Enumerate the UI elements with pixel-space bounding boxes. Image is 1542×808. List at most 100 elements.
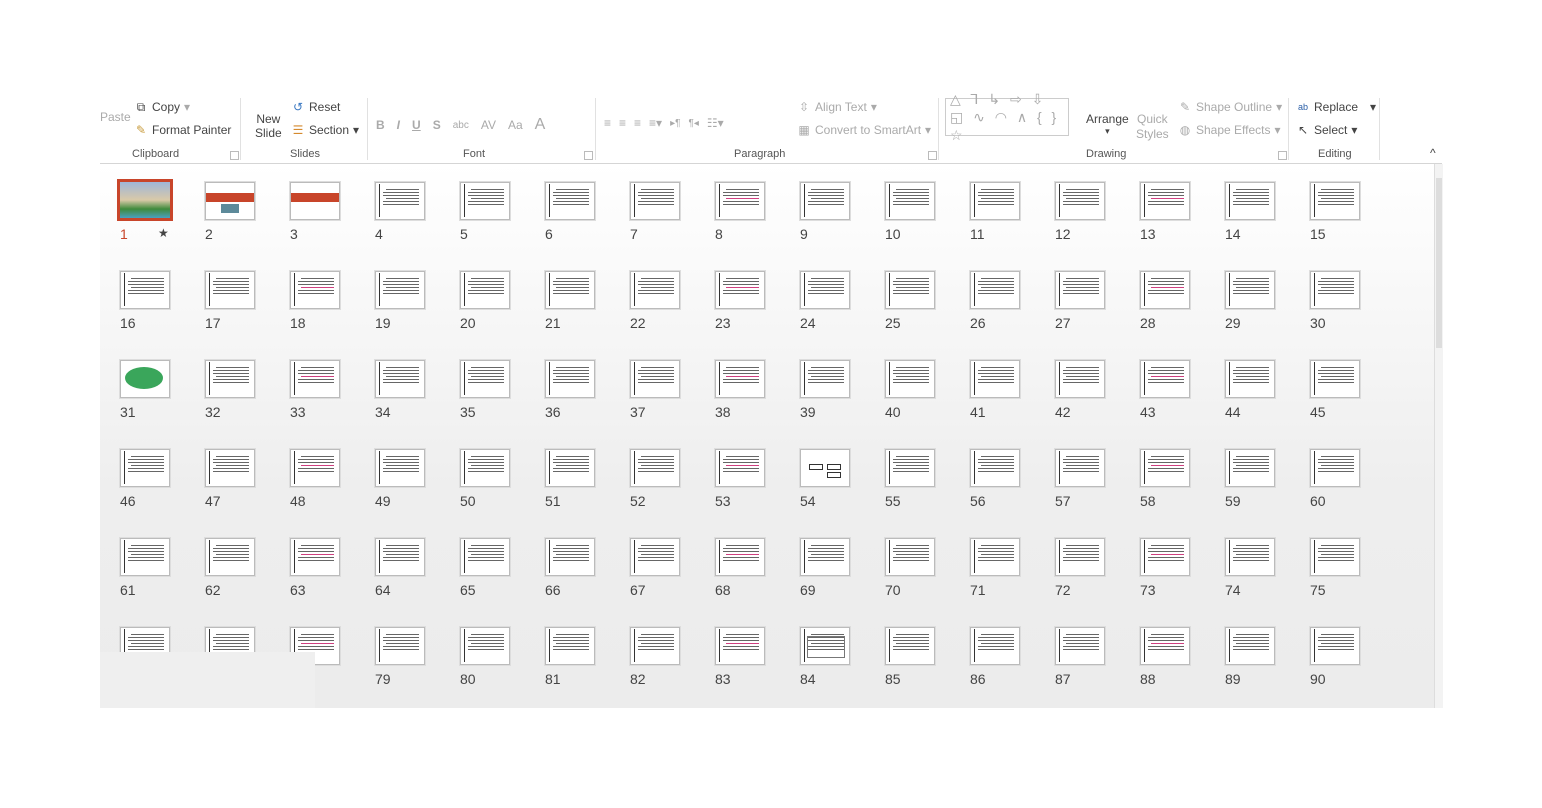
slide-thumbnail-6[interactable] <box>545 182 595 220</box>
slide-thumbnail-49[interactable] <box>375 449 425 487</box>
slide-thumbnail-27[interactable] <box>1055 271 1105 309</box>
slide-thumbnail-19[interactable] <box>375 271 425 309</box>
slide-thumbnail-61[interactable] <box>120 538 170 576</box>
slide-thumbnail-79[interactable] <box>375 627 425 665</box>
font-format-buttons[interactable]: B I U S abc AV Aa A <box>376 116 545 134</box>
slide-thumbnail-88[interactable] <box>1140 627 1190 665</box>
slide-thumbnail-21[interactable] <box>545 271 595 309</box>
slide-thumbnail-37[interactable] <box>630 360 680 398</box>
slide-thumbnail-62[interactable] <box>205 538 255 576</box>
slide-thumbnail-45[interactable] <box>1310 360 1360 398</box>
slide-thumbnail-36[interactable] <box>545 360 595 398</box>
spacing-button[interactable]: AV <box>481 118 496 132</box>
slide-thumbnail-9[interactable] <box>800 182 850 220</box>
slide-thumbnail-73[interactable] <box>1140 538 1190 576</box>
slide-thumbnail-66[interactable] <box>545 538 595 576</box>
slide-thumbnail-15[interactable] <box>1310 182 1360 220</box>
slide-thumbnail-31[interactable] <box>120 360 170 398</box>
slide-thumbnail-14[interactable] <box>1225 182 1275 220</box>
underline-button[interactable]: U <box>412 118 421 132</box>
slide-thumbnail-65[interactable] <box>460 538 510 576</box>
slide-thumbnail-29[interactable] <box>1225 271 1275 309</box>
slide-thumbnail-22[interactable] <box>630 271 680 309</box>
slide-thumbnail-38[interactable] <box>715 360 765 398</box>
vertical-scrollbar[interactable] <box>1434 164 1443 708</box>
replace-button[interactable]: ab Replace ▾ <box>1296 100 1376 114</box>
slide-thumbnail-30[interactable] <box>1310 271 1360 309</box>
slide-thumbnail-33[interactable] <box>290 360 340 398</box>
slide-thumbnail-46[interactable] <box>120 449 170 487</box>
slide-thumbnail-32[interactable] <box>205 360 255 398</box>
slide-thumbnail-13[interactable] <box>1140 182 1190 220</box>
slide-thumbnail-51[interactable] <box>545 449 595 487</box>
slide-thumbnail-90[interactable] <box>1310 627 1360 665</box>
slide-thumbnail-17[interactable] <box>205 271 255 309</box>
slide-thumbnail-44[interactable] <box>1225 360 1275 398</box>
slide-thumbnail-53[interactable] <box>715 449 765 487</box>
slide-thumbnail-20[interactable] <box>460 271 510 309</box>
paste-button[interactable]: Paste <box>100 110 131 124</box>
convert-smartart-button[interactable]: ▦ Convert to SmartArt ▾ <box>797 123 931 137</box>
new-slide-button[interactable]: New Slide <box>255 112 282 140</box>
shape-effects-button[interactable]: ◍ Shape Effects ▾ <box>1178 123 1281 137</box>
slide-thumbnail-59[interactable] <box>1225 449 1275 487</box>
slide-thumbnail-1[interactable] <box>117 179 173 221</box>
quick-styles-button[interactable]: Quick Styles <box>1136 112 1169 142</box>
slide-thumbnail-70[interactable] <box>885 538 935 576</box>
slide-thumbnail-81[interactable] <box>545 627 595 665</box>
slide-thumbnail-39[interactable] <box>800 360 850 398</box>
slide-thumbnail-58[interactable] <box>1140 449 1190 487</box>
slide-thumbnail-84[interactable] <box>800 627 850 665</box>
slide-thumbnail-55[interactable] <box>885 449 935 487</box>
slide-thumbnail-64[interactable] <box>375 538 425 576</box>
slide-thumbnail-89[interactable] <box>1225 627 1275 665</box>
slide-thumbnail-34[interactable] <box>375 360 425 398</box>
copy-button[interactable]: ⧉ Copy ▾ <box>134 100 190 114</box>
case-button[interactable]: Aa <box>508 118 523 132</box>
shadow-button[interactable]: S <box>433 118 441 132</box>
reset-button[interactable]: ↺ Reset <box>291 100 340 114</box>
align-text-button[interactable]: ⇳ Align Text ▾ <box>797 100 877 114</box>
slide-thumbnail-87[interactable] <box>1055 627 1105 665</box>
slide-thumbnail-56[interactable] <box>970 449 1020 487</box>
clipboard-launcher[interactable] <box>230 151 239 160</box>
slide-thumbnail-63[interactable] <box>290 538 340 576</box>
bold-button[interactable]: B <box>376 118 385 132</box>
slide-thumbnail-60[interactable] <box>1310 449 1360 487</box>
collapse-ribbon-icon[interactable]: ^ <box>1430 146 1436 160</box>
slide-thumbnail-42[interactable] <box>1055 360 1105 398</box>
slide-thumbnail-72[interactable] <box>1055 538 1105 576</box>
slide-thumbnail-25[interactable] <box>885 271 935 309</box>
slide-thumbnail-2[interactable] <box>205 182 255 220</box>
slide-thumbnail-85[interactable] <box>885 627 935 665</box>
slide-thumbnail-54[interactable] <box>800 449 850 487</box>
slide-thumbnail-41[interactable] <box>970 360 1020 398</box>
scrollbar-thumb[interactable] <box>1436 178 1442 348</box>
slide-thumbnail-26[interactable] <box>970 271 1020 309</box>
font-color-button[interactable]: A <box>535 116 546 134</box>
slide-thumbnail-16[interactable] <box>120 271 170 309</box>
slide-thumbnail-11[interactable] <box>970 182 1020 220</box>
slide-thumbnail-50[interactable] <box>460 449 510 487</box>
slide-thumbnail-12[interactable] <box>1055 182 1105 220</box>
slide-thumbnail-3[interactable] <box>290 182 340 220</box>
shape-outline-button[interactable]: ✎ Shape Outline ▾ <box>1178 100 1282 114</box>
slide-thumbnail-23[interactable] <box>715 271 765 309</box>
slide-thumbnail-35[interactable] <box>460 360 510 398</box>
slide-thumbnail-52[interactable] <box>630 449 680 487</box>
slide-thumbnail-68[interactable] <box>715 538 765 576</box>
format-painter-button[interactable]: ✎ Format Painter <box>134 123 231 137</box>
slide-thumbnail-47[interactable] <box>205 449 255 487</box>
alignment-buttons[interactable]: ≡ ≡ ≡ ≡▾ ▸¶ ¶◂ ☷▾ <box>604 116 724 130</box>
slide-thumbnail-57[interactable] <box>1055 449 1105 487</box>
slide-thumbnail-4[interactable] <box>375 182 425 220</box>
animation-star-icon[interactable]: ★ <box>158 226 169 240</box>
arrange-button[interactable]: Arrange ▾ <box>1086 112 1129 137</box>
slide-thumbnail-5[interactable] <box>460 182 510 220</box>
slide-thumbnail-86[interactable] <box>970 627 1020 665</box>
section-button[interactable]: ☰ Section ▾ <box>291 123 359 137</box>
slide-thumbnail-83[interactable] <box>715 627 765 665</box>
slide-thumbnail-24[interactable] <box>800 271 850 309</box>
slide-thumbnail-67[interactable] <box>630 538 680 576</box>
slide-thumbnail-71[interactable] <box>970 538 1020 576</box>
